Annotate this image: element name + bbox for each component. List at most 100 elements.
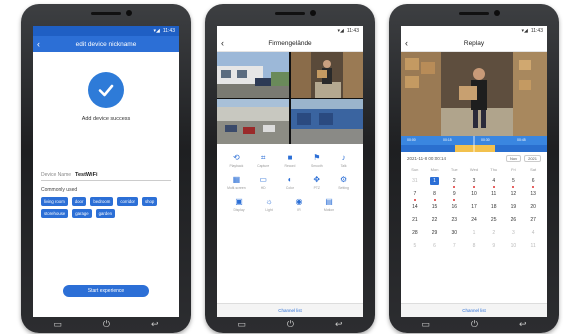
calendar-day[interactable]: 14: [405, 204, 425, 210]
calendar-day[interactable]: 5: [504, 178, 524, 184]
tag-storehouse[interactable]: storehouse: [41, 209, 69, 218]
back-icon[interactable]: ↩: [151, 319, 159, 330]
home-icon[interactable]: ▭: [237, 319, 246, 330]
calendar-day[interactable]: 3: [464, 178, 484, 184]
multi-screen-control[interactable]: ▦ Multi-screen: [224, 176, 248, 191]
calendar-day[interactable]: 11: [484, 191, 504, 197]
calendar-day[interactable]: 17: [464, 204, 484, 210]
calendar-day[interactable]: 7: [405, 191, 425, 197]
calendar-day[interactable]: 18: [484, 204, 504, 210]
start-experience-button[interactable]: Start experience: [63, 285, 149, 297]
home-icon[interactable]: ▭: [421, 319, 430, 330]
calendar-day[interactable]: 4: [484, 178, 504, 184]
record-control[interactable]: ■ Record: [278, 154, 302, 169]
motion-control[interactable]: ▤ Motion: [317, 198, 341, 213]
power-icon[interactable]: ⏻: [471, 319, 478, 330]
year-select[interactable]: 2021: [524, 155, 541, 162]
channel-list-button[interactable]: Channel list: [401, 303, 547, 317]
calendar-day[interactable]: 28: [405, 230, 425, 236]
calendar-day[interactable]: 9: [444, 191, 464, 197]
calendar-day[interactable]: 21: [405, 217, 425, 223]
calendar-day[interactable]: 6: [523, 178, 543, 184]
power-icon[interactable]: ⏻: [103, 319, 110, 330]
calendar-day[interactable]: 8: [425, 191, 445, 197]
playback-control[interactable]: ⟲ Playback: [224, 154, 248, 169]
calendar-day[interactable]: 4: [523, 230, 543, 236]
camera-feed-3[interactable]: [217, 98, 290, 144]
front-camera: [126, 10, 132, 16]
calendar-day[interactable]: 5: [405, 243, 425, 249]
home-icon[interactable]: ▭: [53, 319, 62, 330]
calendar-day-selected[interactable]: 1: [425, 176, 445, 185]
calendar-day[interactable]: 19: [504, 204, 524, 210]
month-select[interactable]: Nov: [505, 155, 522, 162]
calendar-day[interactable]: 23: [444, 217, 464, 223]
camera-feed-2[interactable]: [290, 52, 364, 98]
tag-bedroom[interactable]: bedroom: [90, 197, 114, 206]
ir-control[interactable]: ◉ IR: [287, 198, 311, 213]
calendar-day[interactable]: 10: [464, 191, 484, 197]
tag-corridor[interactable]: corridor: [117, 197, 138, 206]
ptz-control[interactable]: ✥ PTZ: [305, 176, 329, 191]
talk-control[interactable]: ♪ Talk: [332, 154, 356, 169]
calendar-day[interactable]: 13: [523, 191, 543, 197]
tag-garage[interactable]: garage: [72, 209, 92, 218]
calendar-day[interactable]: 29: [425, 230, 445, 236]
calendar-day[interactable]: 6: [425, 243, 445, 249]
calendar-day[interactable]: 26: [504, 217, 524, 223]
calendar-day[interactable]: 11: [523, 243, 543, 249]
camera-image: [217, 52, 289, 98]
back-arrow-icon[interactable]: ‹: [37, 39, 47, 49]
device-name-value[interactable]: TestWiFi: [75, 172, 97, 178]
back-icon[interactable]: ↩: [335, 319, 343, 330]
tag-living-room[interactable]: living room: [41, 197, 68, 206]
calendar-day[interactable]: 31: [405, 178, 425, 184]
power-icon[interactable]: ⏻: [287, 319, 294, 330]
hd-control[interactable]: ▭ HD: [251, 176, 275, 191]
device-name-field[interactable]: Device Name TestWiFi: [41, 172, 171, 181]
calendar-day[interactable]: 22: [425, 217, 445, 223]
setting-control[interactable]: ⚙ Setting: [332, 175, 356, 191]
calendar-day[interactable]: 30: [444, 230, 464, 236]
weekday-label: Mon: [430, 167, 439, 172]
back-icon[interactable]: ↩: [519, 319, 527, 330]
camera-feed-1[interactable]: [217, 52, 290, 98]
tag-garden[interactable]: garden: [95, 209, 116, 218]
calendar-day[interactable]: 12: [504, 191, 524, 197]
tag-door[interactable]: door: [71, 197, 87, 206]
control-label: Setting: [338, 186, 349, 190]
camera-image: [290, 98, 363, 144]
calendar-day[interactable]: 2: [484, 230, 504, 236]
calendar-day[interactable]: 15: [425, 204, 445, 210]
calendar-day[interactable]: 8: [464, 243, 484, 249]
camera-feed-4[interactable]: [290, 98, 364, 144]
channel-list-button[interactable]: Channel list: [217, 303, 363, 317]
capture-control[interactable]: ⌗ Capture: [251, 154, 275, 169]
timeline-bar[interactable]: 00:00 00:15 00:30 00:45: [401, 136, 547, 152]
calendar-day[interactable]: 27: [523, 217, 543, 223]
replay-video[interactable]: [401, 52, 547, 136]
camera-image: [217, 98, 289, 144]
calendar-day[interactable]: 24: [464, 217, 484, 223]
calendar-day[interactable]: 9: [484, 243, 504, 249]
smooth-control[interactable]: ⚑ Smooth: [305, 154, 329, 169]
page-title: Replay: [463, 40, 485, 47]
calendar-day[interactable]: 10: [504, 243, 524, 249]
calendar-day[interactable]: 2: [444, 178, 464, 184]
calendar-day[interactable]: 16: [444, 204, 464, 210]
light-control[interactable]: ☼ Light: [257, 198, 281, 213]
control-row-1: ⟲ Playback ⌗ Capture ■ Record ⚑ Smooth ♪ Talk: [217, 154, 363, 169]
calendar-day[interactable]: 3: [504, 230, 524, 236]
gear-icon: ⚙: [339, 175, 348, 184]
color-control[interactable]: ◐ Color: [278, 176, 302, 191]
back-arrow-icon[interactable]: ‹: [405, 39, 415, 48]
calendar-day[interactable]: 20: [523, 204, 543, 210]
tag-shop[interactable]: shop: [141, 197, 158, 206]
calendar-day-number: 1: [430, 176, 439, 185]
calendar-day[interactable]: 25: [484, 217, 504, 223]
calendar-day[interactable]: 1: [464, 230, 484, 236]
display-control[interactable]: ▣ Display: [227, 198, 251, 213]
calendar-week: 31 1 2 3 4 5 6: [405, 174, 543, 187]
back-arrow-icon[interactable]: ‹: [221, 39, 231, 48]
calendar-day[interactable]: 7: [444, 243, 464, 249]
